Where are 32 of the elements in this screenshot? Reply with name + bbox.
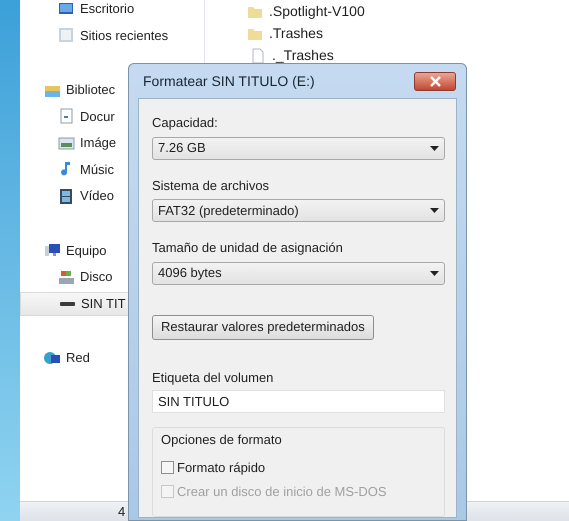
dialog-title: Formatear SIN TITULO (E:) — [142, 72, 315, 91]
close-button[interactable] — [414, 72, 456, 90]
file-item[interactable]: .Spotlight-V100 — [247, 2, 569, 21]
volume-label-field[interactable]: SIN TITULO — [152, 390, 445, 413]
computer-icon — [44, 242, 61, 259]
dropdown-arrow-icon — [430, 146, 439, 150]
navigation-item[interactable]: Red — [20, 346, 205, 370]
disk-drive-icon — [58, 268, 75, 286]
dropdown[interactable]: FAT32 (predeterminado) — [152, 199, 445, 222]
dropdown-arrow-icon — [430, 208, 439, 213]
field-label: Capacidad: — [152, 114, 219, 132]
navigation-item[interactable]: Escritorio — [20, 0, 205, 21]
file-item[interactable]: .Trashes — [247, 24, 569, 43]
film-icon — [58, 188, 75, 204]
usb-drive-icon — [59, 302, 76, 306]
status-text: 4 — [118, 502, 126, 521]
document-icon — [58, 108, 75, 125]
picture-icon — [58, 134, 75, 152]
network-icon — [44, 350, 61, 366]
group-title: Opciones de formato — [161, 431, 283, 449]
field-label: Etiqueta del volumen — [152, 368, 274, 387]
dropdown[interactable]: 7.26 GB — [152, 136, 445, 160]
field-label: Tamaño de unidad de asignación — [152, 239, 344, 257]
navigation-item[interactable]: Sitios recientes — [20, 24, 205, 48]
restore-defaults-button[interactable]: Restaurar valores predeterminados — [152, 314, 374, 340]
checkbox-option[interactable]: Formato rápido — [161, 458, 444, 477]
dropdown-arrow-icon — [430, 270, 439, 276]
recent-places-icon — [58, 27, 75, 44]
volume-label-input[interactable]: SIN TITULO — [158, 392, 444, 412]
dropdown[interactable]: 4096 bytes — [152, 262, 445, 284]
file-item[interactable]: ._Trashes — [247, 46, 569, 65]
close-icon — [430, 76, 440, 86]
